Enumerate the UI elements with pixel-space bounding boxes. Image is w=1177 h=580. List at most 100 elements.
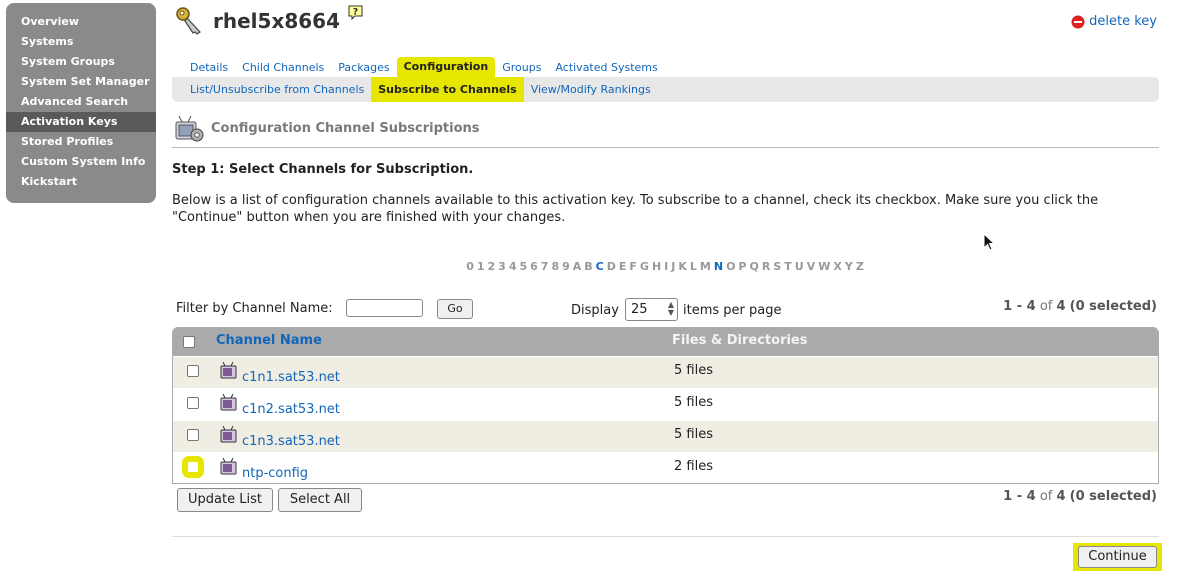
svg-text:?: ?: [353, 8, 358, 18]
alpha-letter-n[interactable]: N: [714, 260, 723, 273]
alpha-letter-q: Q: [749, 260, 759, 273]
update-list-button[interactable]: Update List: [177, 488, 273, 512]
row-checkbox[interactable]: [187, 365, 199, 377]
alpha-letter-a: A: [572, 260, 582, 273]
channel-icon: [220, 362, 237, 379]
alpha-letter-c[interactable]: C: [596, 260, 604, 273]
help-icon[interactable]: ?: [348, 5, 363, 20]
channel-link[interactable]: c1n1.sat53.net: [242, 370, 340, 385]
alpha-letter-j: J: [671, 260, 676, 273]
items-per-page-label: items per page: [683, 303, 782, 318]
select-arrows-icon: ▲ ▼: [667, 300, 674, 317]
sidebar-item-systems[interactable]: Systems: [6, 32, 156, 52]
alpha-letter-d: D: [606, 260, 616, 273]
tab-groups[interactable]: Groups: [495, 58, 548, 77]
channel-link[interactable]: c1n2.sat53.net: [242, 402, 340, 417]
page-title: rhel5x8664: [213, 9, 341, 33]
channel-icon: [220, 458, 237, 475]
alpha-letter-f: F: [629, 260, 637, 273]
channel-link[interactable]: c1n3.sat53.net: [242, 434, 340, 449]
alpha-letter-8: 8: [551, 260, 560, 273]
alpha-letter-9: 9: [562, 260, 570, 273]
alpha-letter-3: 3: [498, 260, 506, 273]
alpha-letter-m: M: [699, 260, 711, 273]
subtab-subscribe[interactable]: Subscribe to Channels: [371, 77, 524, 102]
alpha-letter-s: S: [773, 260, 782, 273]
alpha-letter-v: V: [806, 260, 816, 273]
pager-selected: (0 selected): [1069, 299, 1157, 314]
tab-activated-systems[interactable]: Activated Systems: [548, 58, 664, 77]
config-channel-icon: [175, 115, 204, 142]
table-row: c1n1.sat53.net 5 files: [173, 356, 1158, 388]
sidebar-item-advanced-search[interactable]: Advanced Search: [6, 92, 156, 112]
subtab-list-unsubscribe[interactable]: List/Unsubscribe from Channels: [183, 77, 371, 102]
table-row: c1n2.sat53.net 5 files: [173, 388, 1158, 420]
alpha-letter-7: 7: [540, 260, 549, 273]
sidebar-item-overview[interactable]: Overview: [6, 12, 156, 32]
continue-button[interactable]: Continue: [1078, 546, 1157, 568]
section-divider: [172, 147, 1159, 148]
channel-name-header[interactable]: Channel Name: [216, 333, 322, 348]
tab-configuration[interactable]: Configuration: [396, 57, 496, 77]
alpha-letter-l: L: [689, 260, 697, 273]
mouse-cursor-icon: [983, 233, 995, 251]
pager-of: of: [1039, 299, 1053, 314]
alpha-letter-y: Y: [844, 260, 853, 273]
row-checkbox[interactable]: [187, 397, 199, 409]
pagination-summary-bottom: 1 - 4 of 4 (0 selected): [1003, 489, 1157, 504]
alpha-letter-6: 6: [530, 260, 538, 273]
alpha-letter-w: W: [818, 260, 831, 273]
channel-files: 5 files: [674, 363, 713, 378]
alpha-letter-u: U: [794, 260, 804, 273]
alpha-letter-r: R: [761, 260, 771, 273]
alpha-letter-0: 0: [466, 260, 474, 273]
tab-child-channels[interactable]: Child Channels: [235, 58, 331, 77]
alpha-letter-4: 4: [508, 260, 517, 273]
row-checkbox[interactable]: [187, 429, 199, 441]
row-checkbox[interactable]: [182, 456, 204, 478]
sidebar-item-activation-keys[interactable]: Activation Keys: [6, 112, 156, 132]
subtab-view-modify-rankings[interactable]: View/Modify Rankings: [524, 77, 658, 102]
go-button[interactable]: Go: [437, 299, 473, 319]
tab-details[interactable]: Details: [183, 58, 235, 77]
items-per-page-select[interactable]: 25 ▲ ▼: [625, 298, 678, 321]
table-row: c1n3.sat53.net 5 files: [173, 420, 1158, 452]
delete-icon: [1071, 15, 1085, 28]
display-label: Display: [571, 303, 619, 318]
select-all-button[interactable]: Select All: [278, 488, 362, 512]
delete-key-label[interactable]: delete key: [1089, 14, 1157, 29]
sidebar-item-system-set-manager[interactable]: System Set Manager: [6, 72, 156, 92]
table-header: Channel Name Files & Directories: [173, 328, 1158, 356]
channel-files: 5 files: [674, 427, 713, 442]
channel-link[interactable]: ntp-config: [242, 466, 308, 481]
sidebar-item-custom-system-info[interactable]: Custom System Info: [6, 152, 156, 172]
alpha-letter-o: O: [726, 260, 736, 273]
bottom-divider: [172, 536, 1159, 537]
channel-files: 2 files: [674, 459, 713, 474]
intro-text: Below is a list of configuration channel…: [172, 193, 1099, 225]
sidebar-item-stored-profiles[interactable]: Stored Profiles: [6, 132, 156, 152]
tab-packages[interactable]: Packages: [331, 58, 396, 77]
alpha-letter-e: E: [618, 260, 627, 273]
alpha-letter-g: G: [639, 260, 649, 273]
pager-total: 4: [1056, 489, 1066, 504]
delete-key-link[interactable]: delete key: [1071, 14, 1157, 29]
sidebar-item-system-groups[interactable]: System Groups: [6, 52, 156, 72]
pager-range: 1 - 4: [1003, 489, 1036, 504]
filter-label: Filter by Channel Name:: [176, 301, 333, 316]
pagination-summary-top: 1 - 4 of 4 (0 selected): [1003, 299, 1157, 314]
alpha-letter-x: X: [833, 260, 842, 273]
channel-files: 5 files: [674, 395, 713, 410]
key-icon: [176, 7, 201, 35]
pager-total: 4: [1056, 299, 1066, 314]
filter-input[interactable]: [346, 299, 423, 317]
subtab-bar: List/Unsubscribe from Channels Subscribe…: [172, 77, 1159, 102]
alphabet-filter: 0123456789ABCDEFGHIJKLMNOPQRSTUVWXYZ: [0, 260, 1177, 273]
alpha-letter-1: 1: [476, 260, 485, 273]
sidebar-item-kickstart[interactable]: Kickstart: [6, 172, 156, 192]
pager-selected: (0 selected): [1069, 489, 1157, 504]
select-all-checkbox[interactable]: [183, 336, 195, 348]
section-title: Configuration Channel Subscriptions: [211, 121, 480, 136]
step-title: Step 1: Select Channels for Subscription…: [172, 162, 474, 177]
alpha-letter-k: K: [678, 260, 687, 273]
